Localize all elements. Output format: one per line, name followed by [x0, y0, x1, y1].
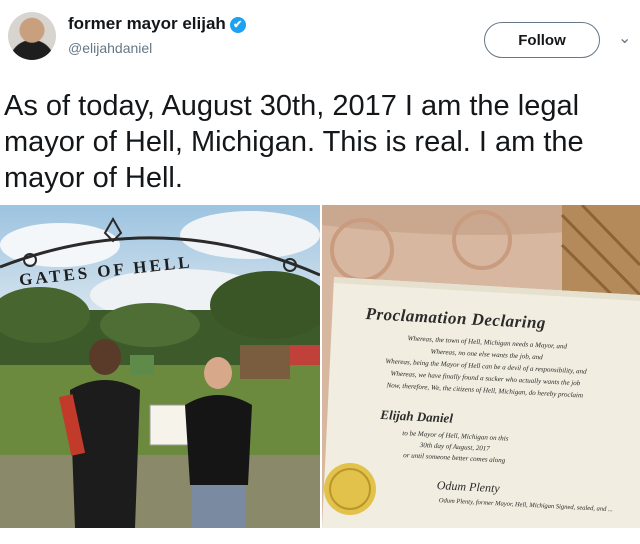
- tweet-text: As of today, August 30th, 2017 I am the …: [4, 90, 584, 194]
- follow-button[interactable]: Follow: [484, 22, 600, 58]
- avatar[interactable]: [8, 12, 56, 60]
- certificate-signature-caption: Odum Plenty, former Mayor, Hell, Michiga…: [438, 497, 614, 514]
- certificate-name: Elijah Daniel: [380, 406, 454, 426]
- display-name-text: former mayor elijah: [68, 14, 226, 33]
- certificate: Proclamation Declaring Whereas, the town…: [314, 268, 639, 544]
- display-name[interactable]: former mayor elijah ✔: [68, 14, 246, 34]
- chevron-down-icon[interactable]: ⌄: [618, 28, 631, 48]
- certificate-terms: to be Mayor of Hell, Michigan on this 30…: [354, 426, 555, 469]
- verified-badge-icon: ✔: [229, 16, 246, 33]
- photo-gates-of-hell[interactable]: GATES OF HELL: [0, 205, 320, 528]
- certificate-signature: Odum Plenty: [436, 478, 501, 496]
- certificate-title: Proclamation Declaring: [365, 304, 547, 333]
- user-handle[interactable]: @elijahdaniel: [68, 40, 152, 56]
- certificate-body: Whereas, the town of Hell, Michigan need…: [340, 329, 633, 404]
